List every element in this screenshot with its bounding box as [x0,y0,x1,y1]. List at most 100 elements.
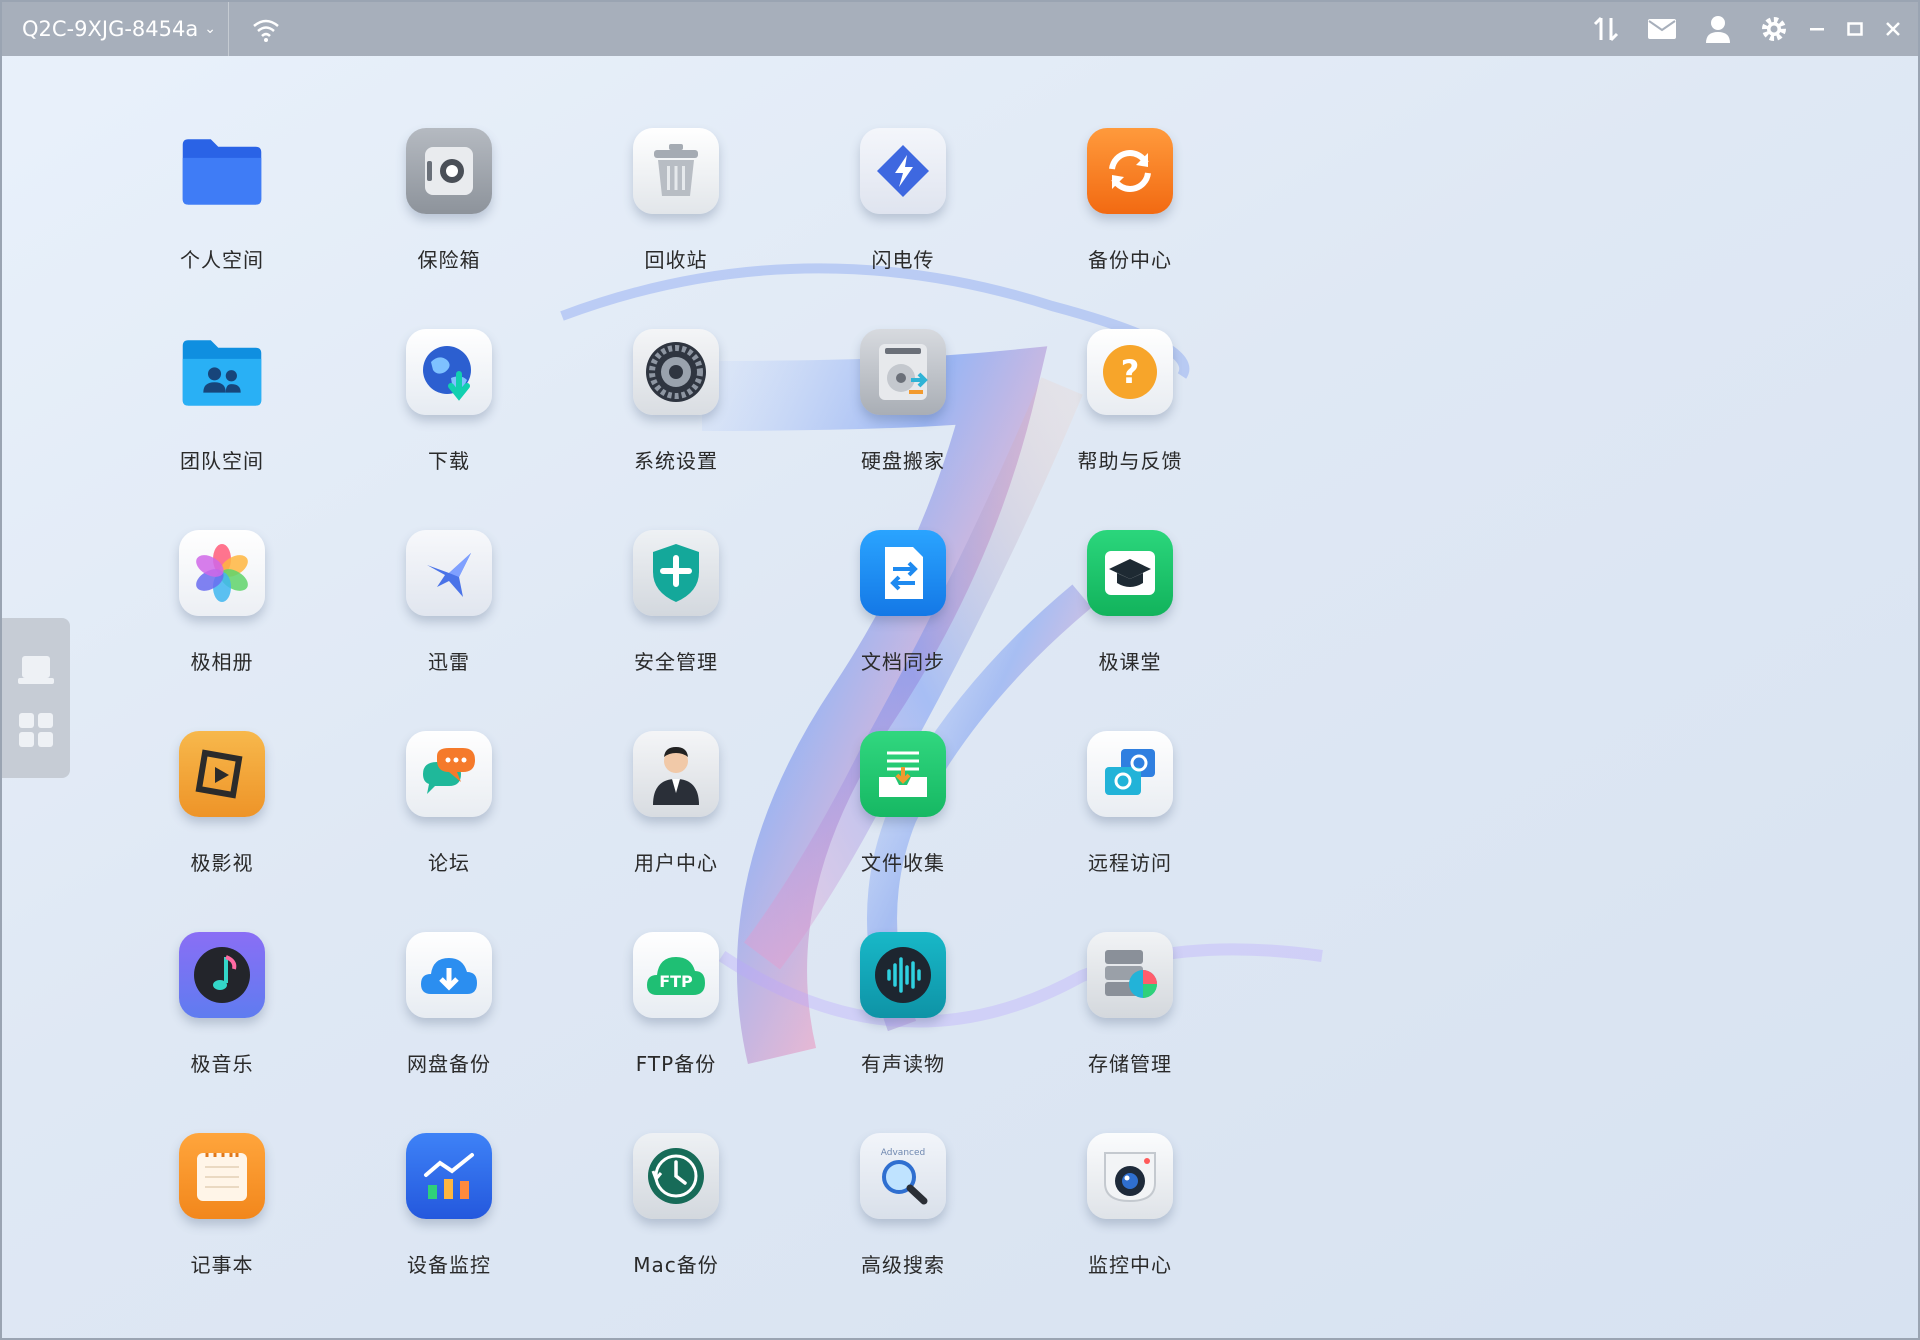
mail-icon[interactable] [1640,7,1684,51]
user-icon[interactable] [1696,7,1740,51]
wifi-icon[interactable] [249,12,283,46]
help-icon: ? [1087,329,1173,415]
advanced-badge: Advanced [881,1148,925,1158]
inbox-icon [860,731,946,817]
music-note-icon [179,932,265,1018]
app-label: 网盘备份 [407,1052,491,1076]
app-notepad[interactable]: 记事本 [122,1133,322,1313]
app-advanced-search[interactable]: Advanced 高级搜索 [803,1133,1003,1313]
app-label: 高级搜索 [861,1253,945,1277]
disk-icon [860,329,946,415]
device-icon[interactable] [16,650,56,690]
app-label: 迅雷 [428,650,470,674]
app-remote-access[interactable]: 远程访问 [1030,731,1230,911]
app-label: 远程访问 [1088,851,1172,875]
close-icon[interactable] [1876,7,1910,51]
safe-icon [406,128,492,214]
doc-sync-icon [860,530,946,616]
title-bar: Q2C-9XJG-8454a ⌄ [2,2,1918,56]
chevron-down-icon: ⌄ [204,21,216,37]
apps-grid-icon[interactable] [16,710,56,750]
app-device-monitor[interactable]: 设备监控 [349,1133,549,1313]
app-label: 个人空间 [180,248,264,272]
app-label: Mac备份 [633,1253,719,1277]
app-label: 保险箱 [417,248,481,272]
app-mac-backup[interactable]: Mac备份 [576,1133,776,1313]
minimize-icon[interactable] [1800,7,1834,51]
app-label: 下载 [428,449,470,473]
app-safe[interactable]: 保险箱 [349,128,549,308]
storage-chart-icon [1087,932,1173,1018]
app-label: 论坛 [428,851,470,875]
app-label: 极相册 [190,650,254,674]
app-label: 系统设置 [634,449,718,473]
app-flash-transfer[interactable]: 闪电传 [803,128,1003,308]
device-selector[interactable]: Q2C-9XJG-8454a ⌄ [2,2,229,56]
app-cloud-backup[interactable]: 网盘备份 [349,932,549,1112]
desktop-window: Q2C-9XJG-8454a ⌄ 个人空间 保险箱 回收站 闪电传 备份中心 团… [0,0,1920,1340]
magnifier-icon: Advanced [860,1133,946,1219]
ftp-icon: FTP [633,932,719,1018]
audio-wave-icon [860,932,946,1018]
app-label: 存储管理 [1088,1052,1172,1076]
app-label: 监控中心 [1088,1253,1172,1277]
app-thunder[interactable]: 迅雷 [349,530,549,710]
app-label: 备份中心 [1088,248,1172,272]
app-ftp-backup[interactable]: FTP FTP备份 [576,932,776,1112]
folder-icon [179,128,265,214]
remote-link-icon [1087,731,1173,817]
person-icon [633,731,719,817]
app-security[interactable]: 安全管理 [576,530,776,710]
bar-chart-icon [406,1133,492,1219]
maximize-icon[interactable] [1838,7,1872,51]
transfer-icon[interactable] [1584,7,1628,51]
app-label: 回收站 [644,248,708,272]
film-icon [179,731,265,817]
app-label: 安全管理 [634,650,718,674]
app-label: 闪电传 [871,248,935,272]
svg-text:?: ? [1121,353,1140,391]
app-forum[interactable]: 论坛 [349,731,549,911]
app-personal-space[interactable]: 个人空间 [122,128,322,308]
app-label: 帮助与反馈 [1077,449,1183,473]
camera-icon [1087,1133,1173,1219]
app-team-space[interactable]: 团队空间 [122,329,322,509]
app-storage-manager[interactable]: 存储管理 [1030,932,1230,1112]
app-photo-album[interactable]: 极相册 [122,530,322,710]
app-user-center[interactable]: 用户中心 [576,731,776,911]
app-disk-migration[interactable]: 硬盘搬家 [803,329,1003,509]
app-recycle-bin[interactable]: 回收站 [576,128,776,308]
app-system-settings[interactable]: 系统设置 [576,329,776,509]
app-help-feedback[interactable]: ? 帮助与反馈 [1030,329,1230,509]
sync-icon [1087,128,1173,214]
app-music[interactable]: 极音乐 [122,932,322,1112]
app-classroom[interactable]: 极课堂 [1030,530,1230,710]
app-label: 硬盘搬家 [861,449,945,473]
svg-text:FTP: FTP [659,972,693,991]
side-dock [2,618,70,778]
clock-icon [633,1133,719,1219]
settings-icon[interactable] [1752,7,1796,51]
graduation-cap-icon [1087,530,1173,616]
globe-download-icon [406,329,492,415]
cloud-download-icon [406,932,492,1018]
app-file-collect[interactable]: 文件收集 [803,731,1003,911]
app-label: 文档同步 [861,650,945,674]
app-label: 团队空间 [180,449,264,473]
shield-icon [633,530,719,616]
app-surveillance[interactable]: 监控中心 [1030,1133,1230,1313]
app-label: 极课堂 [1098,650,1162,674]
app-label: 记事本 [190,1253,254,1277]
app-audiobook[interactable]: 有声读物 [803,932,1003,1112]
team-folder-icon [179,329,265,415]
notepad-icon [179,1133,265,1219]
app-label: 设备监控 [407,1253,491,1277]
trash-icon [633,128,719,214]
app-doc-sync[interactable]: 文档同步 [803,530,1003,710]
device-name: Q2C-9XJG-8454a [22,17,199,41]
app-download[interactable]: 下载 [349,329,549,509]
app-backup-center[interactable]: 备份中心 [1030,128,1230,308]
app-video[interactable]: 极影视 [122,731,322,911]
app-label: 极影视 [190,851,254,875]
lightning-icon [860,128,946,214]
